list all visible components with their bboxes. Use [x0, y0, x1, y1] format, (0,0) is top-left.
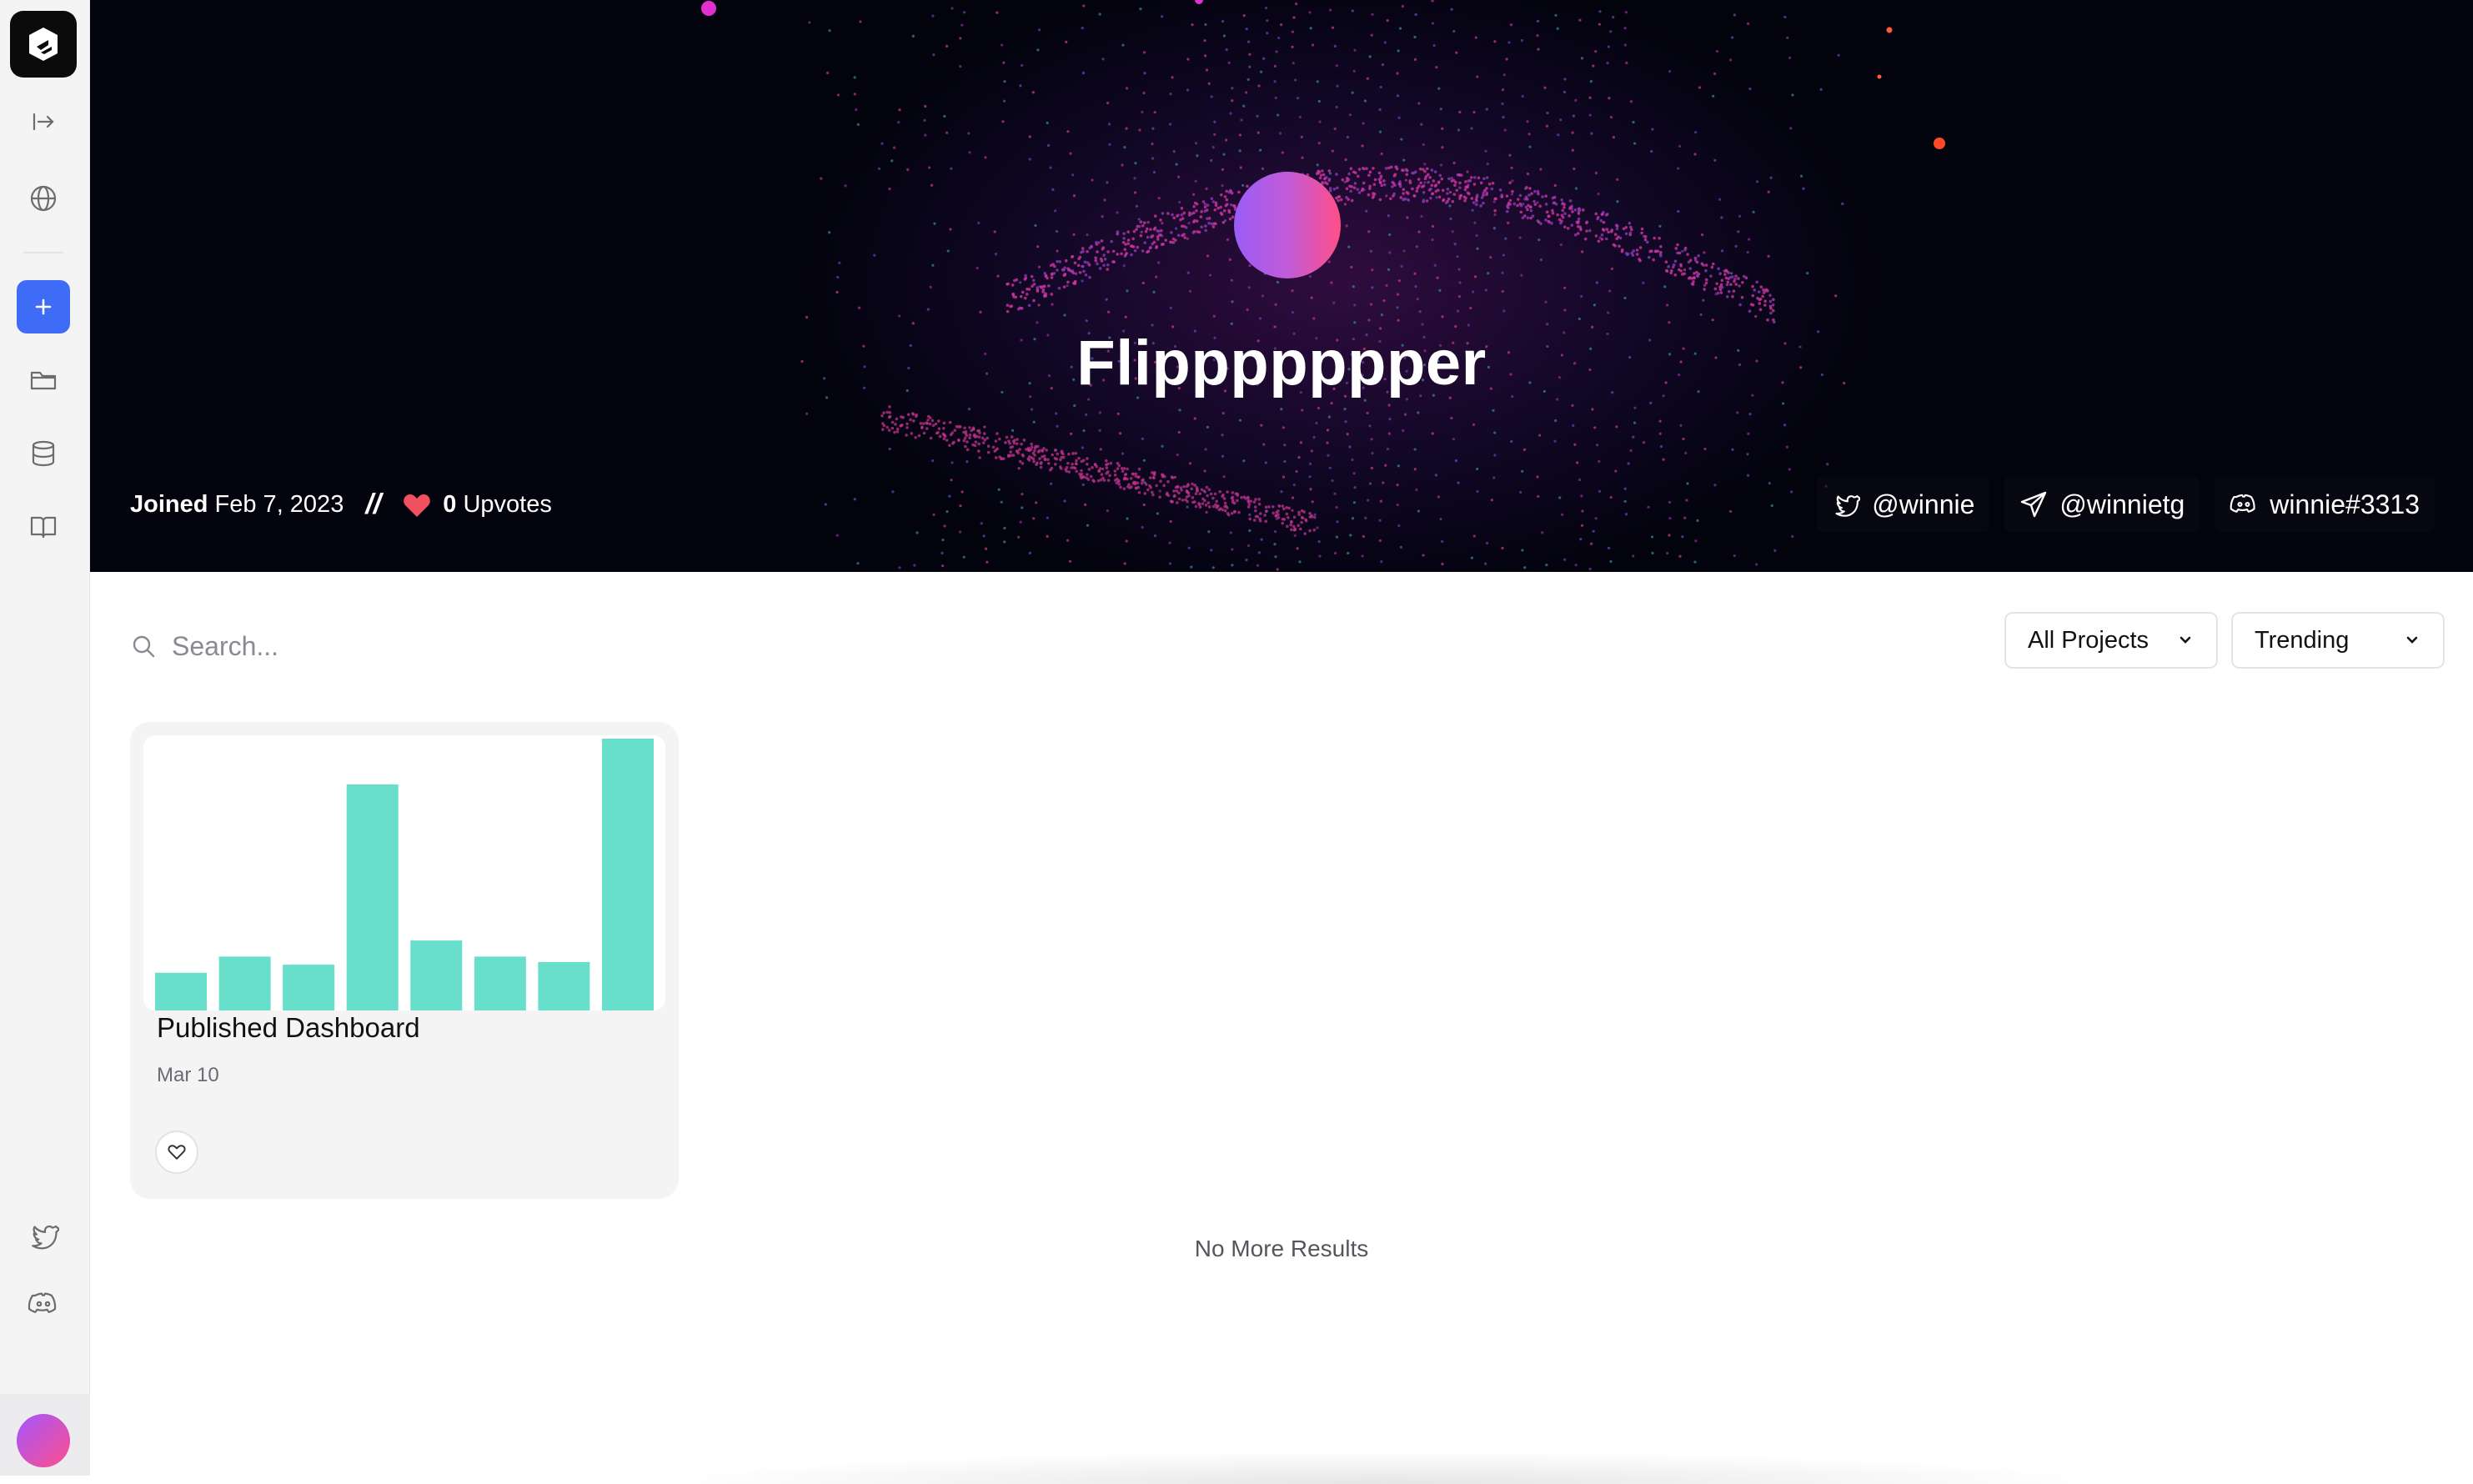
sidebar-divider: [23, 252, 63, 253]
project-date: Mar 10: [157, 1064, 219, 1086]
telegram-handle: @winnietg: [2059, 489, 2185, 519]
no-more-results: No More Results: [1194, 1236, 1369, 1261]
meta-separator: //: [365, 489, 382, 520]
search-bar: [130, 619, 714, 674]
chart-bar: [283, 965, 335, 1010]
sort-dropdown[interactable]: Trending: [2231, 612, 2445, 669]
collapse-sidebar-button[interactable]: [23, 102, 63, 142]
chart-bar: [602, 739, 654, 1010]
data-button[interactable]: [23, 434, 63, 474]
project-card[interactable]: [130, 722, 679, 1199]
twitter-icon: [32, 1225, 59, 1250]
project-filter-value: All Projects: [2028, 626, 2149, 654]
like-button[interactable]: [155, 1131, 198, 1174]
social-links: @winnie @winnietg winnie#3313: [1817, 477, 2435, 532]
chevron-down-icon: [2406, 636, 2418, 644]
joined-label: Joined: [130, 491, 208, 518]
discord-handle-link[interactable]: winnie#3313: [2215, 477, 2435, 532]
heart-icon: [403, 493, 431, 518]
telegram-handle-link[interactable]: @winnietg: [2004, 477, 2200, 532]
profile-meta: Joined Feb 7, 2023 // 0 Upvotes: [130, 489, 552, 521]
discord-handle: winnie#3313: [2270, 489, 2420, 519]
twitter-link[interactable]: [23, 1216, 63, 1256]
sort-value: Trending: [2255, 626, 2350, 654]
joined-date: Feb 7, 2023: [214, 491, 344, 518]
logo-icon: [29, 28, 58, 61]
upvotes-label: Upvotes: [463, 491, 552, 518]
discord-icon: [28, 1292, 57, 1313]
upvotes-info: 0 Upvotes: [443, 491, 552, 519]
telegram-icon: [2021, 491, 2047, 518]
discord-icon: [2230, 494, 2255, 513]
explore-button[interactable]: [23, 178, 63, 218]
chart-bar: [410, 940, 463, 1010]
project-filter-dropdown[interactable]: All Projects: [2004, 612, 2218, 669]
docs-button[interactable]: [23, 507, 63, 547]
new-project-button[interactable]: [17, 280, 70, 333]
book-icon: [30, 516, 57, 539]
projects-button[interactable]: [23, 360, 63, 400]
database-icon: [32, 440, 55, 467]
user-avatar[interactable]: [17, 1414, 70, 1467]
chart-bar: [346, 784, 399, 1010]
plus-icon: [35, 298, 52, 315]
project-title[interactable]: Published Dashboard: [157, 1012, 420, 1044]
profile-name: Flippppppper: [1076, 328, 1487, 399]
upvotes-count: 0: [443, 491, 457, 518]
search-icon: [133, 635, 155, 658]
chart-bar: [474, 956, 526, 1010]
folder-icon: [30, 371, 57, 390]
discord-link[interactable]: [23, 1284, 63, 1324]
profile-banner: Flippppppper Joined Feb 7, 2023 // 0 Upv…: [90, 0, 2473, 572]
profile-avatar: [1234, 172, 1341, 278]
twitter-handle: @winnie: [1872, 489, 1975, 519]
app-logo[interactable]: [10, 11, 77, 78]
arrow-right-to-line-icon: [33, 113, 54, 131]
sidebar: [0, 0, 90, 1476]
chart-bar: [155, 972, 207, 1010]
chevron-down-icon: [2180, 636, 2191, 644]
bottom-shadow: [650, 1451, 2118, 1484]
twitter-handle-link[interactable]: @winnie: [1817, 477, 1990, 532]
bar-chart: [155, 739, 654, 1010]
joined-info: Joined Feb 7, 2023: [130, 491, 344, 519]
chart-bar: [218, 956, 271, 1010]
heart-outline-icon: [168, 1145, 186, 1160]
twitter-icon: [1835, 495, 1861, 517]
globe-icon: [30, 185, 57, 212]
search-input[interactable]: [172, 630, 672, 662]
chart-bar: [538, 961, 590, 1010]
project-thumbnail-chart: [143, 735, 665, 1010]
